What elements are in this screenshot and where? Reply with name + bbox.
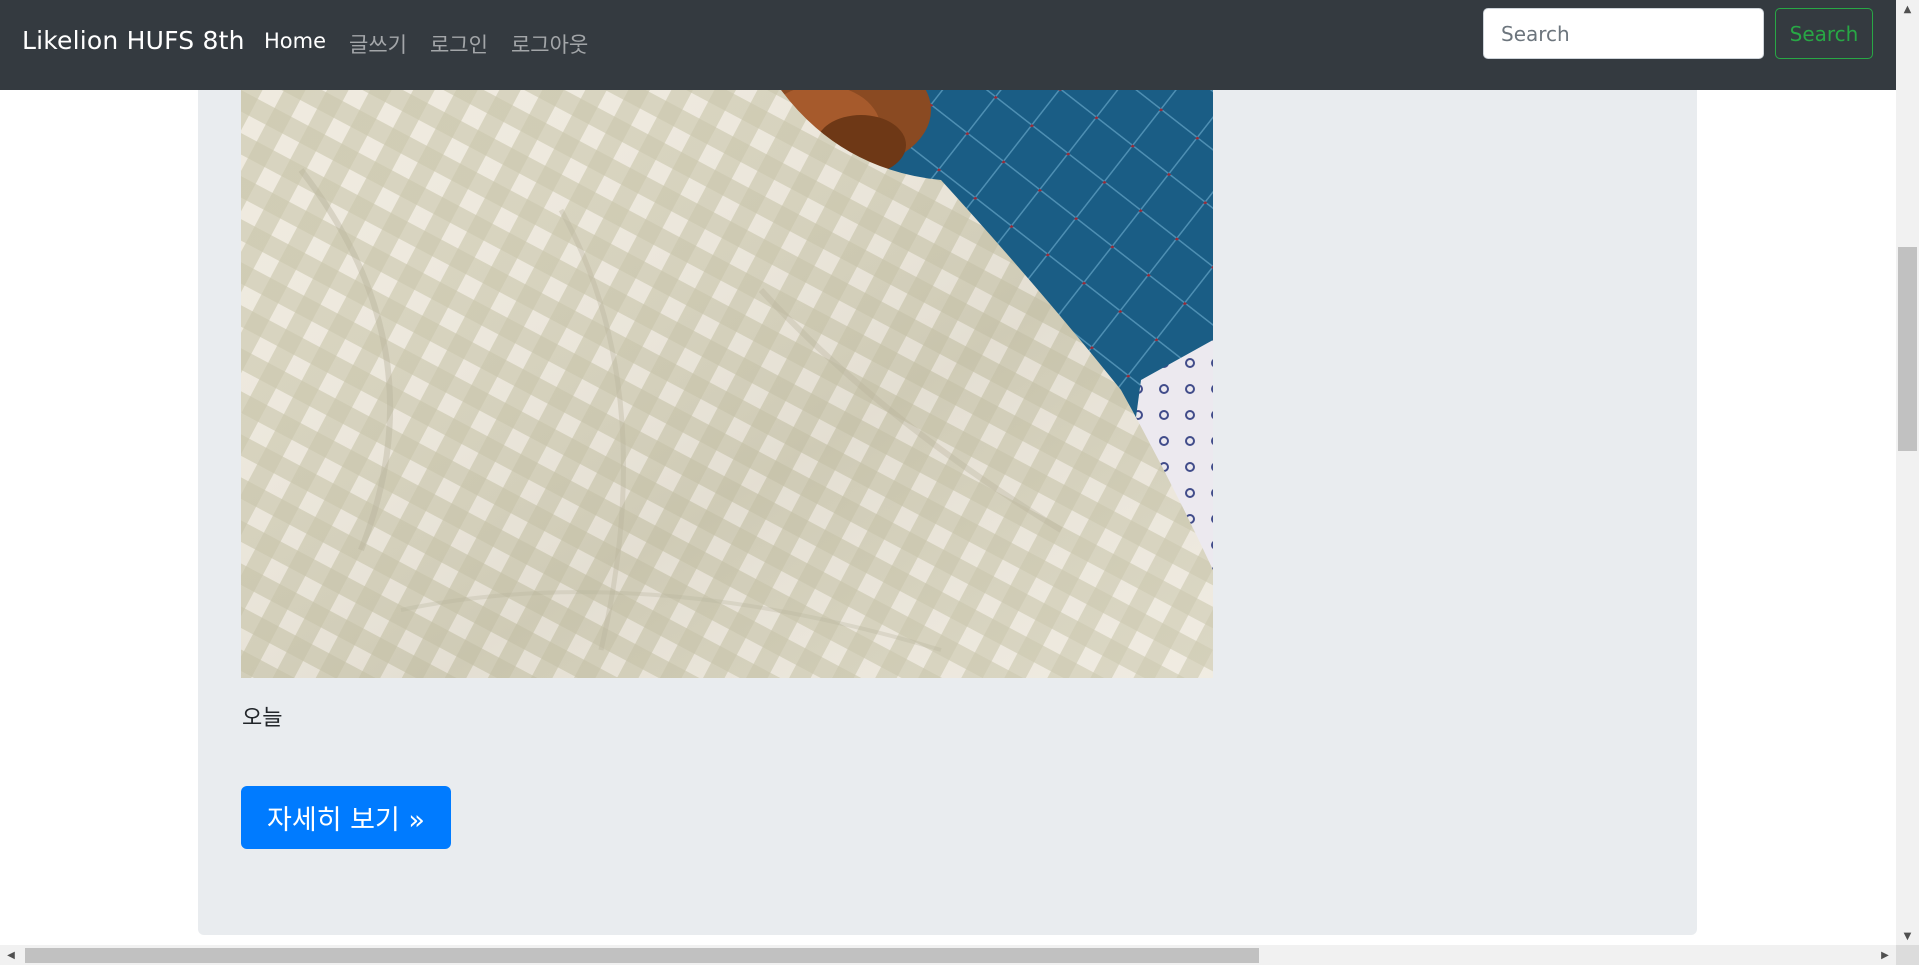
- vertical-scrollbar[interactable]: ▲ ▼: [1896, 0, 1919, 945]
- search-input[interactable]: [1483, 8, 1764, 59]
- search-button[interactable]: Search: [1775, 8, 1873, 59]
- post-text: 오늘: [242, 706, 283, 731]
- post-image: [241, 90, 1213, 678]
- scrollbar-corner: [1896, 945, 1919, 965]
- nav-link-home[interactable]: Home: [264, 29, 326, 59]
- scroll-down-icon[interactable]: ▼: [1896, 927, 1919, 945]
- scroll-right-icon[interactable]: ▶: [1874, 945, 1896, 965]
- navbar: Likelion HUFS 8th Home 글쓰기 로그인 로그아웃 Sear…: [0, 0, 1896, 90]
- nav-link-logout[interactable]: 로그아웃: [511, 29, 588, 59]
- scroll-left-icon[interactable]: ◀: [0, 945, 22, 965]
- nav-link-login[interactable]: 로그인: [430, 29, 488, 59]
- post-photo: [241, 90, 1213, 678]
- navbar-brand[interactable]: Likelion HUFS 8th: [22, 26, 245, 55]
- nav-links: Home 글쓰기 로그인 로그아웃: [264, 29, 611, 59]
- vertical-scroll-thumb[interactable]: [1898, 247, 1917, 451]
- nav-link-write[interactable]: 글쓰기: [349, 29, 407, 59]
- scroll-up-icon[interactable]: ▲: [1896, 0, 1919, 18]
- horizontal-scroll-thumb[interactable]: [25, 948, 1259, 963]
- horizontal-scrollbar[interactable]: ◀ ▶: [0, 945, 1896, 965]
- view-detail-button[interactable]: 자세히 보기 »: [241, 786, 451, 849]
